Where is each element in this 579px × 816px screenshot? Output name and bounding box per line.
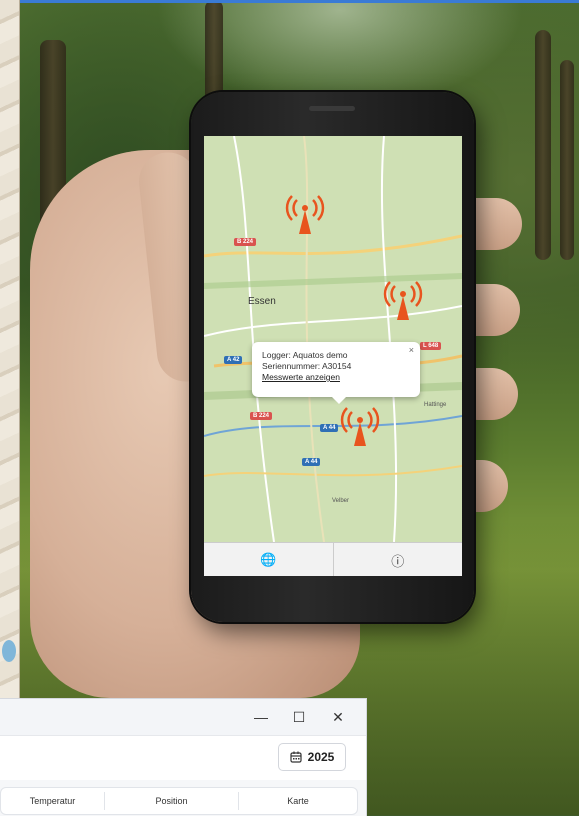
- logger-popup: × Logger: Aquatos demo Seriennummer: A30…: [252, 342, 420, 404]
- table-header: Temperatur Position Karte: [0, 787, 358, 815]
- phone-bottom-nav: 🌐 ⓘ: [204, 542, 462, 576]
- road-label: B 224: [250, 412, 273, 420]
- maximize-button[interactable]: ☐: [287, 707, 311, 727]
- left-map-strip: [0, 0, 20, 698]
- minimize-button[interactable]: —: [249, 707, 273, 727]
- info-icon[interactable]: ⓘ: [332, 543, 463, 576]
- antenna-marker-icon[interactable]: [340, 404, 380, 448]
- place-label: Velber: [332, 498, 350, 504]
- app-window: — ☐ ✕ 2025 Temperatur Position Karte: [0, 698, 367, 816]
- globe-icon[interactable]: 🌐: [204, 543, 333, 576]
- popup-logger-line: Logger: Aquatos demo: [262, 350, 348, 360]
- road-label: B 224: [234, 238, 257, 246]
- popup-serial-line: Seriennummer: A30154: [262, 361, 352, 371]
- road-label: L 648: [420, 342, 442, 350]
- road-label: A 44: [320, 424, 339, 432]
- road-label: A 44: [302, 458, 321, 466]
- map-view[interactable]: B 224 L 648 A 42 B 224 A 44 A 44 Essen H…: [204, 136, 462, 542]
- place-label: Hattinge: [424, 402, 447, 408]
- road-label: A 42: [224, 356, 243, 364]
- window-titlebar: — ☐ ✕: [0, 699, 366, 735]
- close-button[interactable]: ✕: [326, 707, 350, 727]
- show-measurements-link[interactable]: Messwerte anzeigen: [262, 372, 410, 383]
- city-label: Essen: [248, 296, 276, 307]
- tree-trunk: [535, 30, 551, 260]
- popup-close-icon[interactable]: ×: [409, 345, 414, 356]
- antenna-marker-icon[interactable]: [285, 192, 325, 236]
- phone-screen: B 224 L 648 A 42 B 224 A 44 A 44 Essen H…: [204, 136, 462, 576]
- phone: B 224 L 648 A 42 B 224 A 44 A 44 Essen H…: [191, 92, 474, 622]
- column-header-position[interactable]: Position: [105, 788, 238, 814]
- column-header-temperature[interactable]: Temperatur: [1, 788, 104, 814]
- tree-trunk: [560, 60, 574, 260]
- antenna-marker-icon[interactable]: [383, 278, 423, 322]
- year-picker-button[interactable]: 2025: [278, 743, 346, 771]
- map-roads: [204, 136, 462, 542]
- top-accent-bar: [0, 0, 579, 3]
- column-header-map[interactable]: Karte: [239, 788, 357, 814]
- phone-speaker: [309, 106, 355, 111]
- water-area: [2, 640, 16, 662]
- calendar-icon: [290, 751, 302, 763]
- year-value: 2025: [307, 750, 335, 764]
- window-toolbar: 2025: [0, 735, 366, 780]
